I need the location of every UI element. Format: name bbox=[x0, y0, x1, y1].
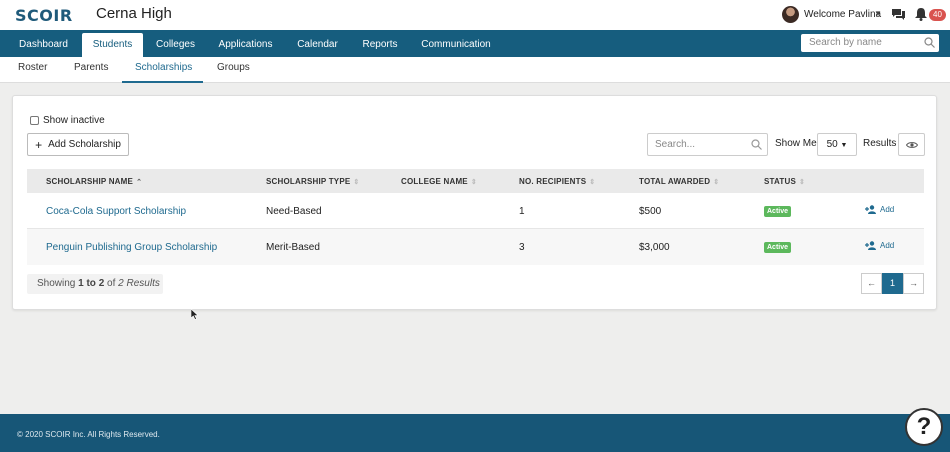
tab-communication[interactable]: Communication bbox=[415, 33, 497, 57]
add-recipient-label: Add bbox=[880, 205, 895, 214]
mouse-cursor-icon bbox=[191, 309, 199, 320]
footer: © 2020 SCOIR Inc. All Rights Reserved. bbox=[0, 414, 950, 452]
notification-badge[interactable]: 40 bbox=[929, 9, 946, 21]
chevron-down-icon[interactable]: ▼ bbox=[874, 9, 882, 18]
subtab-roster[interactable]: Roster bbox=[18, 62, 47, 73]
table-search[interactable] bbox=[647, 133, 768, 156]
main-nav: Dashboard Students Colleges Applications… bbox=[0, 30, 950, 57]
search-input[interactable] bbox=[809, 37, 919, 48]
col-scholarship-name[interactable]: SCHOLARSHIP NAME ⌃ bbox=[46, 177, 142, 186]
scoir-logo[interactable]: SCOIR bbox=[15, 6, 73, 25]
sort-icon[interactable]: ⇕ bbox=[713, 179, 719, 186]
add-user-icon bbox=[865, 241, 876, 250]
question-mark-icon: ? bbox=[916, 413, 932, 440]
recipients-count: 1 bbox=[519, 206, 525, 217]
pagination: ← 1 → bbox=[861, 273, 924, 294]
scholarship-type: Need-Based bbox=[266, 206, 322, 217]
show-me-label: Show Me bbox=[775, 138, 817, 149]
total-awarded: $3,000 bbox=[639, 242, 670, 253]
show-inactive-label: Show inactive bbox=[43, 115, 105, 126]
eye-icon bbox=[905, 141, 918, 148]
show-inactive-checkbox[interactable] bbox=[30, 116, 39, 125]
sort-icon[interactable]: ⇕ bbox=[353, 179, 359, 186]
school-name: Cerna High bbox=[96, 5, 172, 22]
bell-icon[interactable] bbox=[915, 8, 927, 21]
subtab-groups[interactable]: Groups bbox=[217, 62, 250, 73]
toggle-columns-button[interactable] bbox=[898, 133, 925, 156]
plus-icon: + bbox=[35, 137, 43, 152]
sort-asc-icon[interactable]: ⌃ bbox=[136, 179, 142, 186]
scholarship-name-link[interactable]: Coca-Cola Support Scholarship bbox=[46, 206, 186, 217]
global-search[interactable] bbox=[801, 34, 939, 52]
scholarship-name-link[interactable]: Penguin Publishing Group Scholarship bbox=[46, 242, 217, 253]
table-search-input[interactable] bbox=[655, 139, 750, 150]
prev-page-button[interactable]: ← bbox=[861, 273, 882, 294]
help-button[interactable]: ? bbox=[905, 408, 943, 446]
tab-students[interactable]: Students bbox=[82, 33, 143, 57]
status-badge: Active bbox=[764, 206, 792, 217]
tab-calendar[interactable]: Calendar bbox=[290, 33, 345, 57]
col-total-awarded[interactable]: TOTAL AWARDED ⇕ bbox=[639, 177, 719, 186]
scholarships-card: Show inactive + Add Scholarship Show Me … bbox=[12, 95, 937, 310]
add-scholarship-label: Add Scholarship bbox=[48, 139, 121, 150]
add-recipient-label: Add bbox=[880, 241, 895, 250]
sort-icon[interactable]: ⇕ bbox=[799, 179, 805, 186]
page-1-button[interactable]: 1 bbox=[882, 273, 903, 294]
welcome-user-menu[interactable]: Welcome Pavlina bbox=[804, 9, 881, 20]
sub-nav: Roster Parents Scholarships Groups bbox=[0, 57, 950, 83]
chat-icon[interactable] bbox=[892, 9, 905, 20]
results-total: 2 Results bbox=[118, 278, 160, 289]
total-awarded: $500 bbox=[639, 206, 662, 217]
tab-reports[interactable]: Reports bbox=[356, 33, 404, 57]
top-bar: SCOIR Cerna High Welcome Pavlina ▼ 40 bbox=[0, 0, 950, 30]
add-scholarship-button[interactable]: + Add Scholarship bbox=[27, 133, 129, 156]
subtab-scholarships[interactable]: Scholarships bbox=[135, 62, 192, 73]
add-user-icon bbox=[865, 205, 876, 214]
search-icon bbox=[751, 139, 762, 150]
active-tab-indicator bbox=[122, 81, 203, 83]
copyright-text: © 2020 SCOIR Inc. All Rights Reserved. bbox=[17, 430, 160, 439]
next-page-button[interactable]: → bbox=[903, 273, 924, 294]
add-recipient-button[interactable]: Add bbox=[865, 241, 894, 250]
per-page-value: 50 bbox=[826, 139, 838, 150]
col-status[interactable]: STATUS ⇕ bbox=[764, 177, 805, 186]
results-range: 1 to 2 bbox=[78, 278, 105, 289]
table-row: Penguin Publishing Group Scholarship Mer… bbox=[27, 229, 924, 265]
avatar[interactable] bbox=[782, 6, 799, 23]
table-header: SCHOLARSHIP NAME ⌃ SCHOLARSHIP TYPE ⇕ COLL… bbox=[27, 169, 924, 193]
results-label: Results bbox=[863, 138, 897, 149]
sort-icon[interactable]: ⇕ bbox=[589, 179, 595, 186]
tab-dashboard[interactable]: Dashboard bbox=[10, 33, 77, 57]
show-inactive-toggle[interactable]: Show inactive bbox=[30, 115, 105, 126]
col-scholarship-type[interactable]: SCHOLARSHIP TYPE ⇕ bbox=[266, 177, 359, 186]
subtab-parents[interactable]: Parents bbox=[74, 62, 108, 73]
add-recipient-button[interactable]: Add bbox=[865, 205, 894, 214]
col-no-recipients[interactable]: NO. RECIPIENTS ⇕ bbox=[519, 177, 595, 186]
col-college-name[interactable]: COLLEGE NAME ⇕ bbox=[401, 177, 477, 186]
status-badge: Active bbox=[764, 242, 792, 253]
tab-colleges[interactable]: Colleges bbox=[148, 33, 203, 57]
scholarship-type: Merit-Based bbox=[266, 242, 320, 253]
search-icon bbox=[924, 37, 935, 48]
per-page-select[interactable]: 50 ▼ bbox=[817, 133, 857, 156]
table-row: Coca-Cola Support Scholarship Need-Based… bbox=[27, 193, 924, 229]
recipients-count: 3 bbox=[519, 242, 525, 253]
sort-icon[interactable]: ⇕ bbox=[471, 179, 477, 186]
tab-applications[interactable]: Applications bbox=[213, 33, 278, 57]
results-summary: Showing 1 to 2 of 2 Results bbox=[27, 274, 163, 294]
caret-down-icon: ▼ bbox=[840, 142, 848, 149]
